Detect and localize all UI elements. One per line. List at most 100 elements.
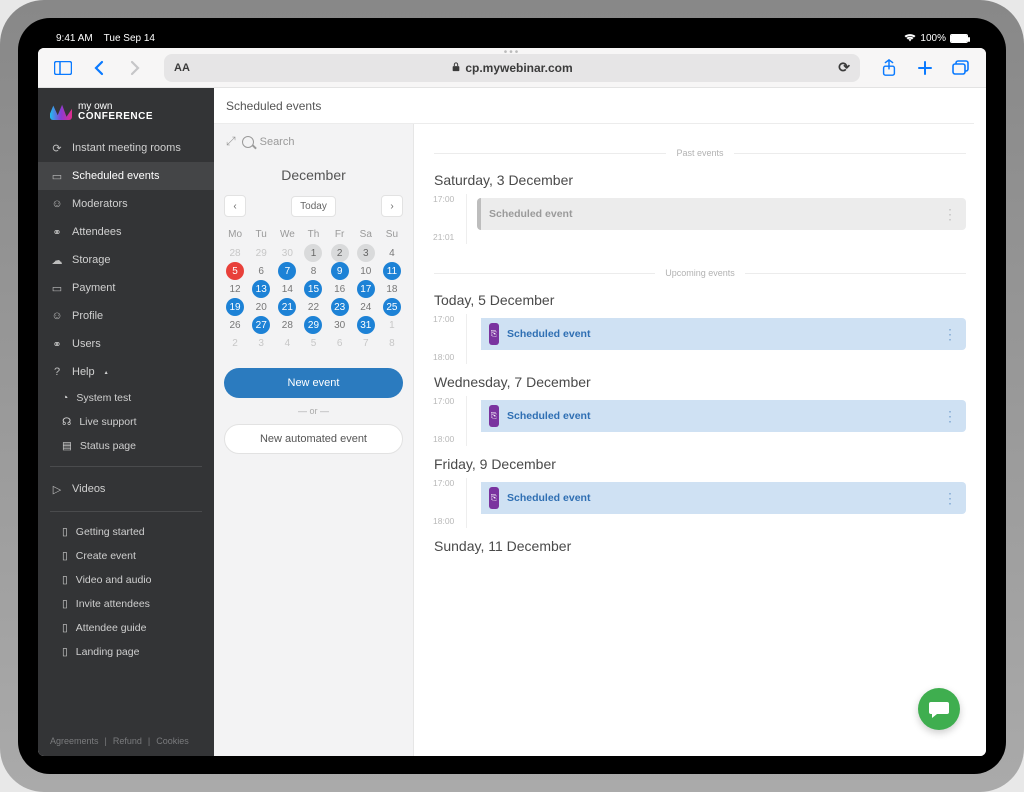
sidebar-doc-create-event[interactable]: ▯Create event [38,544,214,568]
nav-back-button[interactable] [84,53,114,83]
sidebar-doc-getting-started[interactable]: ▯Getting started [38,520,214,544]
event-card[interactable]: ⎘Scheduled event⋮ [477,400,966,432]
calendar-day-cell[interactable]: 23 [327,298,353,316]
sidebar-item-videos[interactable]: ▷Videos [38,475,214,503]
calendar-day-cell[interactable]: 4 [379,244,405,262]
calendar-day-cell[interactable]: 5 [222,262,248,280]
calendar-day-cell[interactable]: 8 [379,334,405,352]
calendar-day-cell[interactable]: 28 [222,244,248,262]
calendar-day-cell[interactable]: 2 [222,334,248,352]
storage-icon: ☁ [50,253,64,267]
calendar-day-cell[interactable]: 29 [248,244,274,262]
page-title-bar: Scheduled events [214,88,974,124]
calendar-day-cell[interactable]: 1 [300,244,326,262]
calendar-day-cell[interactable]: 20 [248,298,274,316]
sidebar-toggle-icon[interactable] [48,53,78,83]
next-month-button[interactable]: › [381,195,403,217]
calendar-day-cell[interactable]: 7 [274,262,300,280]
calendar-day-cell[interactable]: 30 [327,316,353,334]
calendar-day-cell[interactable]: 28 [274,316,300,334]
sidebar-item-payment[interactable]: ▭Payment [38,274,214,302]
new-event-button[interactable]: New event [224,368,403,398]
url-bar[interactable]: AA cp.mywebinar.com ⟳ [164,54,860,82]
reader-aa-button[interactable]: AA [174,62,190,74]
sidebar-item-profile[interactable]: ☺Profile [38,302,214,330]
calendar-day-cell[interactable]: 5 [300,334,326,352]
sidebar-doc-video-audio[interactable]: ▯Video and audio [38,568,214,592]
event-card[interactable]: Scheduled event⋮ [477,198,966,230]
sidebar-sub-live-support[interactable]: ☊Live support [38,410,214,434]
calendar-day-cell[interactable]: 6 [248,262,274,280]
chat-fab[interactable] [918,688,960,730]
sidebar-item-instant[interactable]: ⟳Instant meeting rooms [38,134,214,162]
calendar-day-cell[interactable]: 27 [248,316,274,334]
calendar-day-cell[interactable]: 4 [274,334,300,352]
calendar-day-cell[interactable]: 3 [353,244,379,262]
sidebar-item-moderators[interactable]: ☺Moderators [38,190,214,218]
calendar-day-cell[interactable]: 30 [274,244,300,262]
status-date: Tue Sep 14 [104,33,155,44]
event-card[interactable]: ⎘Scheduled event⋮ [477,318,966,350]
calendar-day-cell[interactable]: 17 [353,280,379,298]
time-start: 17:00 [433,194,454,204]
event-menu-button[interactable]: ⋮ [943,490,956,507]
sidebar-item-storage[interactable]: ☁Storage [38,246,214,274]
share-button[interactable] [874,53,904,83]
calendar-day-cell[interactable]: 29 [300,316,326,334]
calendar-day-cell[interactable]: 7 [353,334,379,352]
calendar-day-cell[interactable]: 10 [353,262,379,280]
calendar-day-cell[interactable]: 1 [379,316,405,334]
calendar-day-cell[interactable]: 22 [300,298,326,316]
calendar-day-cell[interactable]: 18 [379,280,405,298]
calendar-day-cell[interactable]: 19 [222,298,248,316]
sidebar-item-help[interactable]: ?Help▴ [38,358,214,386]
footer-cookies[interactable]: Cookies [156,736,189,746]
upcoming-events-divider: Upcoming events [434,268,966,278]
today-button[interactable]: Today [291,196,336,217]
footer-agreements[interactable]: Agreements [50,736,99,746]
tabs-button[interactable] [946,53,976,83]
calendar-day-cell[interactable]: 12 [222,280,248,298]
sidebar-sub-status-page[interactable]: ▤Status page [38,434,214,458]
event-menu-button[interactable]: ⋮ [943,326,956,343]
calendar-day-cell[interactable]: 26 [222,316,248,334]
calendar-day-cell[interactable]: 24 [353,298,379,316]
prev-month-button[interactable]: ‹ [224,195,246,217]
expand-icon[interactable]: ⤢ [226,134,236,149]
sidebar-sub-system-test[interactable]: ◔System test [38,386,214,410]
calendar-day-cell[interactable]: 2 [327,244,353,262]
calendar-day-cell[interactable]: 14 [274,280,300,298]
url-text: cp.mywebinar.com [465,61,572,75]
calendar-day-cell[interactable]: 13 [248,280,274,298]
sidebar-doc-invite[interactable]: ▯Invite attendees [38,592,214,616]
sidebar-doc-landing-page[interactable]: ▯Landing page [38,640,214,664]
new-automated-event-button[interactable]: New automated event [224,424,403,454]
new-tab-button[interactable] [910,53,940,83]
calendar-day-cell[interactable]: 16 [327,280,353,298]
calendar-day-cell[interactable]: 3 [248,334,274,352]
calendar-week-row: 19202122232425 [222,298,405,316]
calendar-day-cell[interactable]: 25 [379,298,405,316]
time-start: 17:00 [433,478,454,488]
search-row[interactable]: ⤢ Search [214,124,413,159]
app-logo[interactable]: my own CONFERENCE [38,88,214,134]
sidebar-item-scheduled[interactable]: ▭Scheduled events [38,162,214,190]
event-menu-button[interactable]: ⋮ [943,206,956,223]
calendar-day-cell[interactable]: 31 [353,316,379,334]
sidebar-item-users[interactable]: ⚭Users [38,330,214,358]
event-menu-button[interactable]: ⋮ [943,408,956,425]
sidebar-doc-attendee-guide[interactable]: ▯Attendee guide [38,616,214,640]
calendar-day-cell[interactable]: 15 [300,280,326,298]
reload-icon[interactable]: ⟳ [838,59,850,76]
calendar-week-row: 567891011 [222,262,405,280]
calendar-day-cell[interactable]: 6 [327,334,353,352]
calendar-day-cell[interactable]: 21 [274,298,300,316]
dow-cell: Fr [327,225,353,244]
sidebar-item-attendees[interactable]: ⚭Attendees [38,218,214,246]
day-heading: Wednesday, 7 December [434,374,966,390]
calendar-day-cell[interactable]: 11 [379,262,405,280]
event-card[interactable]: ⎘Scheduled event⋮ [477,482,966,514]
calendar-day-cell[interactable]: 8 [300,262,326,280]
calendar-day-cell[interactable]: 9 [327,262,353,280]
footer-refund[interactable]: Refund [113,736,142,746]
